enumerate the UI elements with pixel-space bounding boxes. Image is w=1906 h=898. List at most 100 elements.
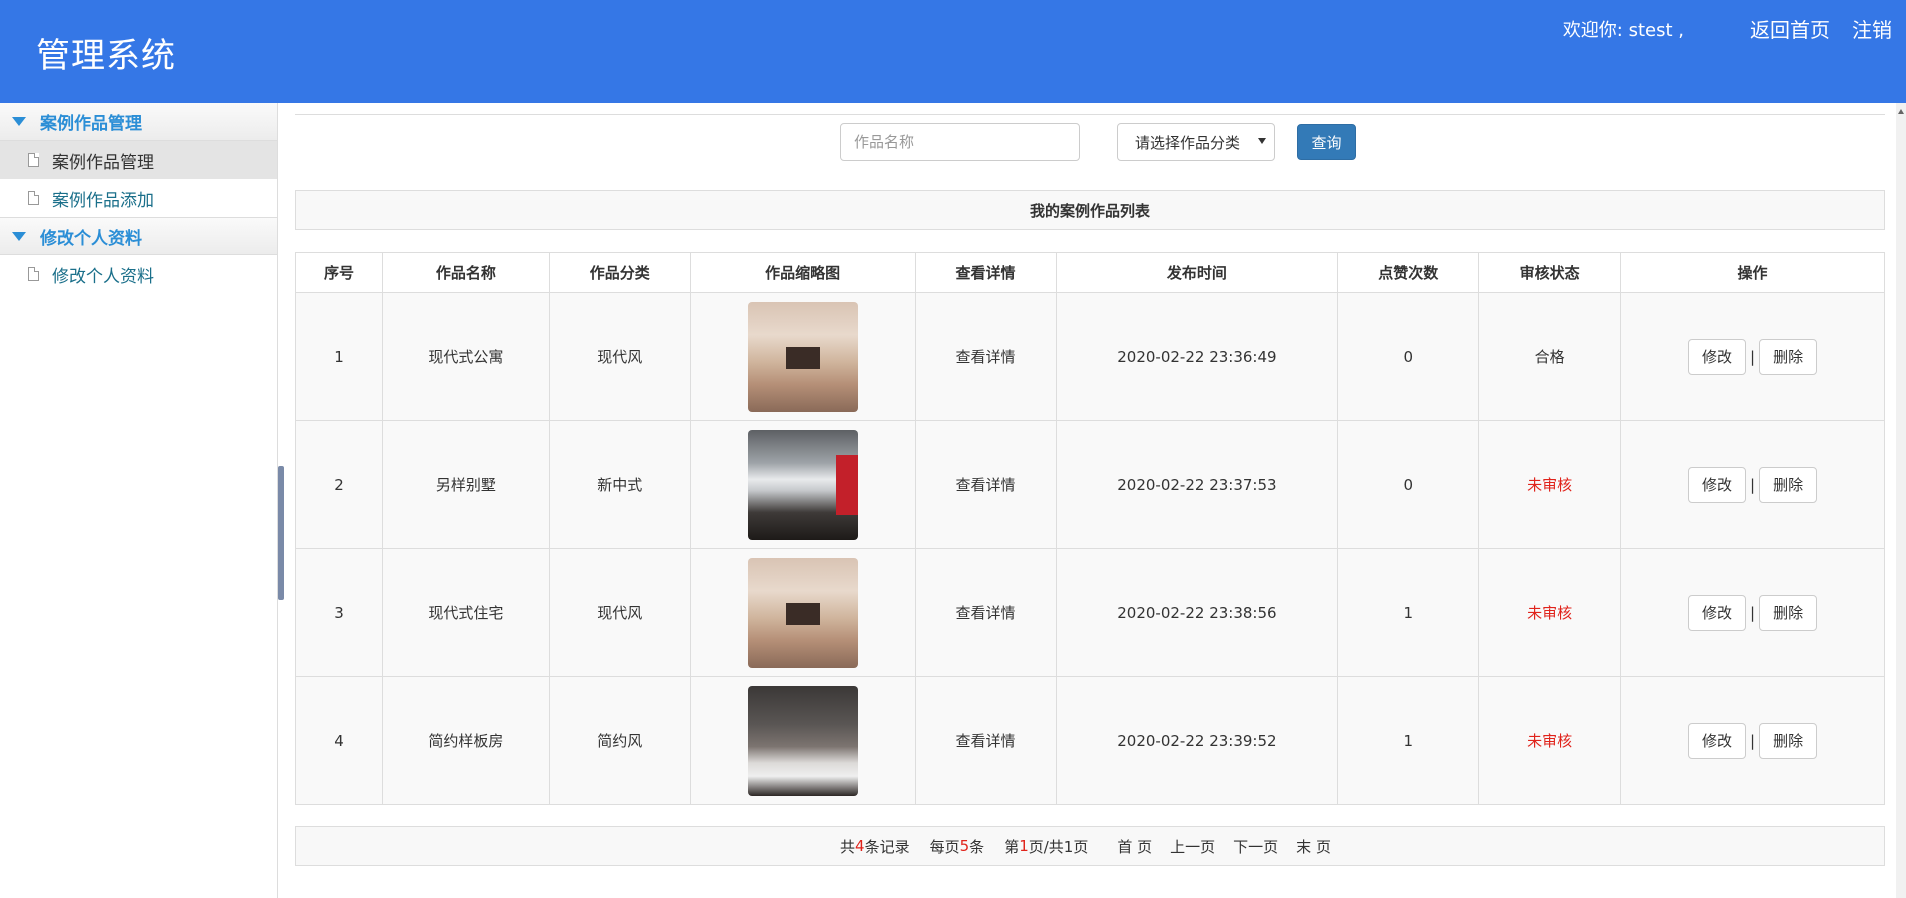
logout-link[interactable]: 注销 (1852, 14, 1892, 43)
cell-detail: 查看详情 (914, 292, 1057, 421)
pagination-bar: 共 4 条记录 每页 5 条 第 1 页/共1页 首 页 上一页 下一页 末 页 (295, 826, 1885, 866)
app-title: 管理系统 (36, 36, 176, 76)
sidebar-item-works-add[interactable]: 案例作品添加 (0, 179, 277, 217)
work-name-search-input[interactable] (840, 123, 1080, 161)
cell-no: 1 (295, 292, 383, 421)
sidebar: 案例作品管理 案例作品管理 案例作品添加 修改个人资料 修改个人资料 (0, 103, 278, 898)
sidebar-group-label: 修改个人资料 (40, 228, 142, 249)
view-detail-link[interactable]: 查看详情 (956, 348, 1016, 366)
pager-last-link[interactable]: 末 页 (1296, 836, 1331, 857)
pager-total-suffix: 条记录 (864, 837, 910, 856)
work-thumbnail-image[interactable] (747, 685, 858, 796)
expand-triangle-icon (12, 117, 26, 126)
work-thumbnail-image[interactable] (747, 301, 858, 412)
col-header-likes: 点赞次数 (1337, 252, 1480, 293)
cell-time: 2020-02-22 23:39:52 (1055, 676, 1339, 805)
cell-time: 2020-02-22 23:36:49 (1055, 292, 1339, 421)
table-row: 1 现代式公寓 现代风 查看详情 2020-02-22 23:36:49 0 合… (295, 292, 1885, 421)
col-header-category: 作品分类 (548, 252, 691, 293)
delete-button[interactable]: 删除 (1759, 338, 1818, 375)
cell-likes: 0 (1337, 292, 1480, 421)
sidebar-item-label: 案例作品添加 (52, 190, 154, 211)
pager-per-count: 5 (959, 837, 970, 855)
cell-thumb (689, 420, 916, 549)
divider (295, 114, 1885, 115)
view-detail-link[interactable]: 查看详情 (956, 476, 1016, 494)
sidebar-item-label: 修改个人资料 (52, 266, 154, 287)
action-separator: | (1750, 603, 1756, 622)
action-separator: | (1750, 475, 1756, 494)
cell-no: 2 (295, 420, 383, 549)
cell-no: 4 (295, 676, 383, 805)
cell-category: 现代风 (548, 548, 691, 677)
list-title: 我的案例作品列表 (295, 190, 1885, 230)
edit-button[interactable]: 修改 (1688, 594, 1747, 631)
action-separator: | (1750, 731, 1756, 750)
document-icon (28, 267, 39, 281)
cell-name: 简约样板房 (381, 676, 550, 805)
cell-name: 另样别墅 (381, 420, 550, 549)
cell-detail: 查看详情 (914, 676, 1057, 805)
pager-first-link[interactable]: 首 页 (1117, 836, 1152, 857)
cell-status: 未审核 (1478, 676, 1622, 805)
col-header-time: 发布时间 (1055, 252, 1339, 293)
cell-status: 未审核 (1478, 548, 1622, 677)
dropdown-arrow-icon (1258, 138, 1266, 144)
cell-name: 现代式公寓 (381, 292, 550, 421)
sidebar-group-label: 案例作品管理 (40, 114, 142, 134)
query-button[interactable]: 查询 (1297, 124, 1356, 160)
pager-total-prefix: 共 (840, 837, 856, 856)
cell-thumb (689, 548, 916, 677)
user-nav: 欢迎你: stest , 返回首页 注销 (1563, 14, 1892, 43)
pager-per-suffix: 条 (969, 837, 985, 856)
work-thumbnail-image[interactable] (747, 429, 858, 540)
delete-button[interactable]: 删除 (1759, 594, 1818, 631)
vertical-scrollbar[interactable] (1896, 103, 1906, 898)
scroll-up-arrow-icon[interactable] (1898, 109, 1904, 114)
delete-button[interactable]: 删除 (1759, 466, 1818, 503)
table-row: 4 简约样板房 简约风 查看详情 2020-02-22 23:39:52 1 未… (295, 676, 1885, 805)
view-detail-link[interactable]: 查看详情 (956, 604, 1016, 622)
sidebar-group-profile[interactable]: 修改个人资料 (0, 217, 277, 255)
sidebar-item-works-manage[interactable]: 案例作品管理 (0, 141, 277, 179)
sidebar-group-works[interactable]: 案例作品管理 (0, 103, 277, 141)
cell-likes: 1 (1337, 548, 1480, 677)
welcome-text: 欢迎你: stest , (1562, 19, 1684, 41)
home-link[interactable]: 返回首页 (1750, 14, 1830, 43)
expand-triangle-icon (12, 231, 26, 241)
col-header-detail: 查看详情 (914, 252, 1057, 293)
pager-next-link[interactable]: 下一页 (1233, 836, 1278, 857)
top-header: 管理系统 欢迎你: stest , 返回首页 注销 (0, 0, 1906, 103)
cell-detail: 查看详情 (914, 420, 1057, 549)
delete-button[interactable]: 删除 (1759, 722, 1818, 759)
pager-prev-link[interactable]: 上一页 (1170, 836, 1215, 857)
cell-category: 现代风 (548, 292, 691, 421)
cell-status: 未审核 (1478, 420, 1622, 549)
pager-page-suffix: 页/共1页 (1028, 837, 1089, 856)
cell-thumb (689, 292, 916, 421)
cell-likes: 0 (1337, 420, 1480, 549)
edit-button[interactable]: 修改 (1688, 466, 1747, 503)
table-header-row: 序号 作品名称 作品分类 作品缩略图 查看详情 发布时间 点赞次数 审核状态 操… (295, 252, 1885, 293)
work-thumbnail-image[interactable] (747, 557, 858, 668)
edit-button[interactable]: 修改 (1688, 338, 1747, 375)
cell-actions: 修改 | 删除 (1620, 420, 1885, 549)
edit-button[interactable]: 修改 (1688, 722, 1747, 759)
cell-no: 3 (295, 548, 383, 677)
cell-actions: 修改 | 删除 (1620, 292, 1885, 421)
action-separator: | (1750, 347, 1756, 366)
cell-category: 简约风 (548, 676, 691, 805)
cell-actions: 修改 | 删除 (1620, 676, 1885, 805)
category-select[interactable]: 请选择作品分类 (1117, 123, 1275, 161)
category-select-value: 请选择作品分类 (1135, 133, 1241, 152)
col-header-no: 序号 (295, 252, 383, 293)
cell-likes: 1 (1337, 676, 1480, 805)
view-detail-link[interactable]: 查看详情 (956, 732, 1016, 750)
col-header-name: 作品名称 (381, 252, 550, 293)
document-icon (28, 153, 39, 167)
sidebar-splitter-handle[interactable] (278, 466, 284, 600)
pager-current-page: 1 (1019, 837, 1029, 855)
sidebar-item-label: 案例作品管理 (52, 152, 154, 173)
sidebar-item-profile-edit[interactable]: 修改个人资料 (0, 255, 277, 293)
col-header-actions: 操作 (1620, 252, 1885, 293)
